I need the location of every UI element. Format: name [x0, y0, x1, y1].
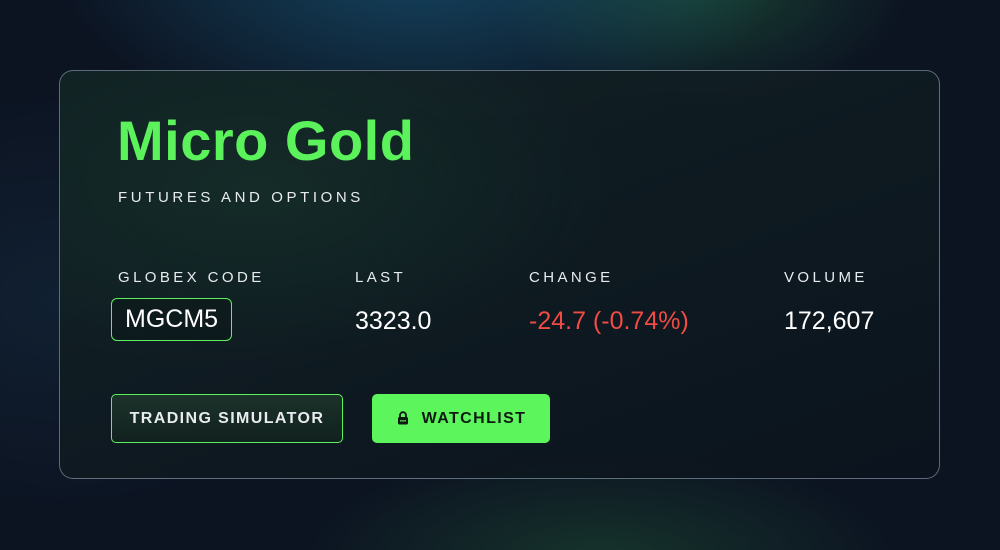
change-label: CHANGE	[529, 269, 614, 286]
stat-globex-code: GLOBEX CODE MGCM5	[111, 269, 265, 341]
watchlist-button[interactable]: WATCHLIST	[372, 394, 550, 443]
stat-volume: VOLUME 172,607	[784, 269, 874, 335]
volume-label: VOLUME	[784, 269, 868, 286]
product-subtitle: FUTURES AND OPTIONS	[118, 189, 364, 206]
volume-value: 172,607	[784, 307, 875, 335]
last-value: 3323.0	[355, 307, 432, 335]
last-label: LAST	[355, 269, 407, 286]
watchlist-label: WATCHLIST	[421, 409, 527, 427]
stat-last: LAST 3323.0	[355, 269, 431, 335]
trading-simulator-button[interactable]: TRADING SIMULATOR	[111, 394, 343, 443]
lock-icon	[396, 410, 410, 425]
globex-code-label: GLOBEX CODE	[118, 269, 265, 286]
change-value: -24.7 (-0.74%)	[529, 307, 689, 335]
stat-change: CHANGE -24.7 (-0.74%)	[529, 269, 689, 335]
trading-simulator-label: TRADING SIMULATOR	[129, 409, 325, 427]
product-title: Micro Gold	[117, 109, 415, 172]
globex-code-badge: MGCM5	[111, 298, 233, 341]
quote-card: Micro Gold FUTURES AND OPTIONS GLOBEX CO…	[59, 70, 940, 479]
